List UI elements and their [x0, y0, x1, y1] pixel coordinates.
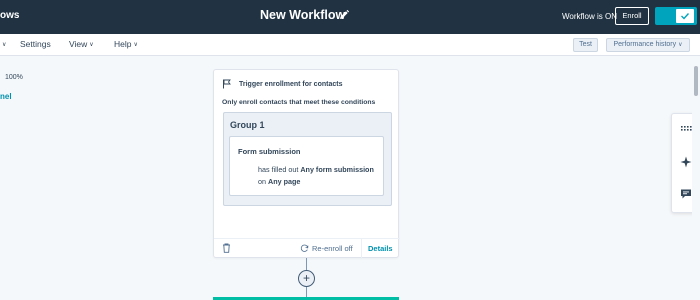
- filter-prefix: has filled out: [258, 165, 301, 174]
- menu-bar: ∨ Settings View ∨ Help ∨ Test Performance …: [0, 34, 700, 56]
- flag-icon: [223, 79, 231, 89]
- enroll-button[interactable]: Enroll: [615, 7, 649, 25]
- check-icon: [681, 13, 690, 20]
- filter-title: Form submission: [238, 147, 301, 156]
- top-header-bar: ows New Workflow Workflow is ON Enroll: [0, 0, 700, 34]
- keypad-icon[interactable]: [680, 122, 692, 134]
- chevron-down-icon: ∨: [133, 42, 138, 48]
- details-link[interactable]: Details: [368, 244, 393, 253]
- card-footer: Re-enroll off Details: [214, 238, 400, 259]
- performance-history-button[interactable]: Performance history ∨: [606, 38, 690, 52]
- footer-divider: [361, 239, 362, 259]
- chevron-down-icon: ∨: [89, 42, 94, 48]
- filter-any-page: Any page: [268, 177, 301, 186]
- plus-icon: +: [302, 271, 310, 285]
- menu-help-label: Help: [114, 39, 132, 49]
- menu-settings-label: Settings: [20, 39, 51, 49]
- menu-help[interactable]: Help ∨: [114, 39, 138, 49]
- workflow-status-label: Workflow is ON: [562, 12, 617, 21]
- filter-on: on: [258, 177, 268, 186]
- menu-settings[interactable]: Settings: [20, 39, 51, 49]
- zoom-level: 100%: [5, 74, 23, 81]
- filter-group: Group 1 Form submission has filled out A…: [223, 112, 392, 206]
- conditions-text: Only enroll contacts that meet these con…: [222, 99, 376, 106]
- left-panel-link[interactable]: nel: [0, 92, 12, 101]
- trigger-title: Trigger enrollment for contacts: [239, 81, 343, 88]
- add-action-button[interactable]: +: [298, 270, 315, 287]
- app-name[interactable]: ows: [0, 10, 19, 21]
- menu-view-label: View: [69, 39, 88, 49]
- workflow-on-toggle[interactable]: [655, 7, 697, 25]
- menu-view[interactable]: View ∨: [69, 39, 94, 49]
- workflow-title[interactable]: New Workflow: [260, 8, 345, 22]
- trash-icon[interactable]: [222, 243, 231, 253]
- filter-any-form: Any form submission: [300, 165, 374, 174]
- toggle-knob: [676, 9, 694, 23]
- refresh-icon: [300, 244, 309, 252]
- test-button[interactable]: Test: [573, 38, 598, 52]
- pencil-icon[interactable]: [338, 9, 350, 21]
- group-title: Group 1: [230, 120, 265, 130]
- scrollbar-thumb[interactable]: [694, 66, 698, 96]
- vertical-scrollbar[interactable]: [692, 56, 700, 300]
- performance-history-label: Performance history: [613, 41, 677, 48]
- reenroll-toggle[interactable]: Re-enroll off: [312, 244, 353, 253]
- filter-description: has filled out Any form submission on An…: [258, 164, 383, 188]
- chat-icon[interactable]: [680, 188, 692, 200]
- filter-condition[interactable]: Form submission has filled out Any form …: [229, 136, 384, 196]
- menu-chevron-left[interactable]: ∨: [0, 39, 6, 49]
- sparkle-icon[interactable]: [680, 156, 692, 168]
- chevron-down-icon: ∨: [678, 42, 683, 48]
- trigger-card[interactable]: Trigger enrollment for contacts Only enr…: [213, 69, 400, 259]
